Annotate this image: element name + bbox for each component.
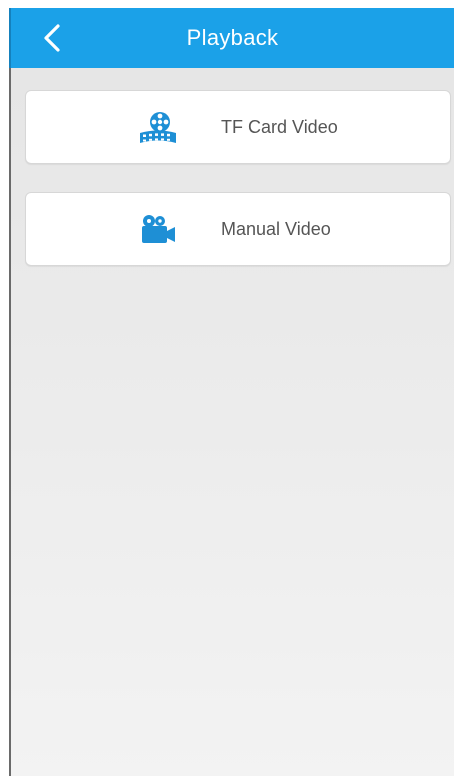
playback-menu: TF Card Video Manual Video — [9, 68, 454, 776]
playback-screen: Playback TF Card Video Manual Video — [0, 0, 454, 776]
chevron-left-icon — [44, 24, 60, 52]
video-camera-icon — [142, 215, 175, 243]
title-bar: Playback — [9, 8, 454, 68]
tf-card-video-button[interactable]: TF Card Video — [25, 90, 451, 164]
manual-video-button[interactable]: Manual Video — [25, 192, 451, 266]
tf-card-video-label: TF Card Video — [221, 117, 338, 137]
page-title: Playback — [186, 25, 279, 50]
manual-video-label: Manual Video — [221, 219, 331, 239]
film-reel-icon — [140, 112, 176, 143]
back-button[interactable] — [33, 16, 77, 60]
